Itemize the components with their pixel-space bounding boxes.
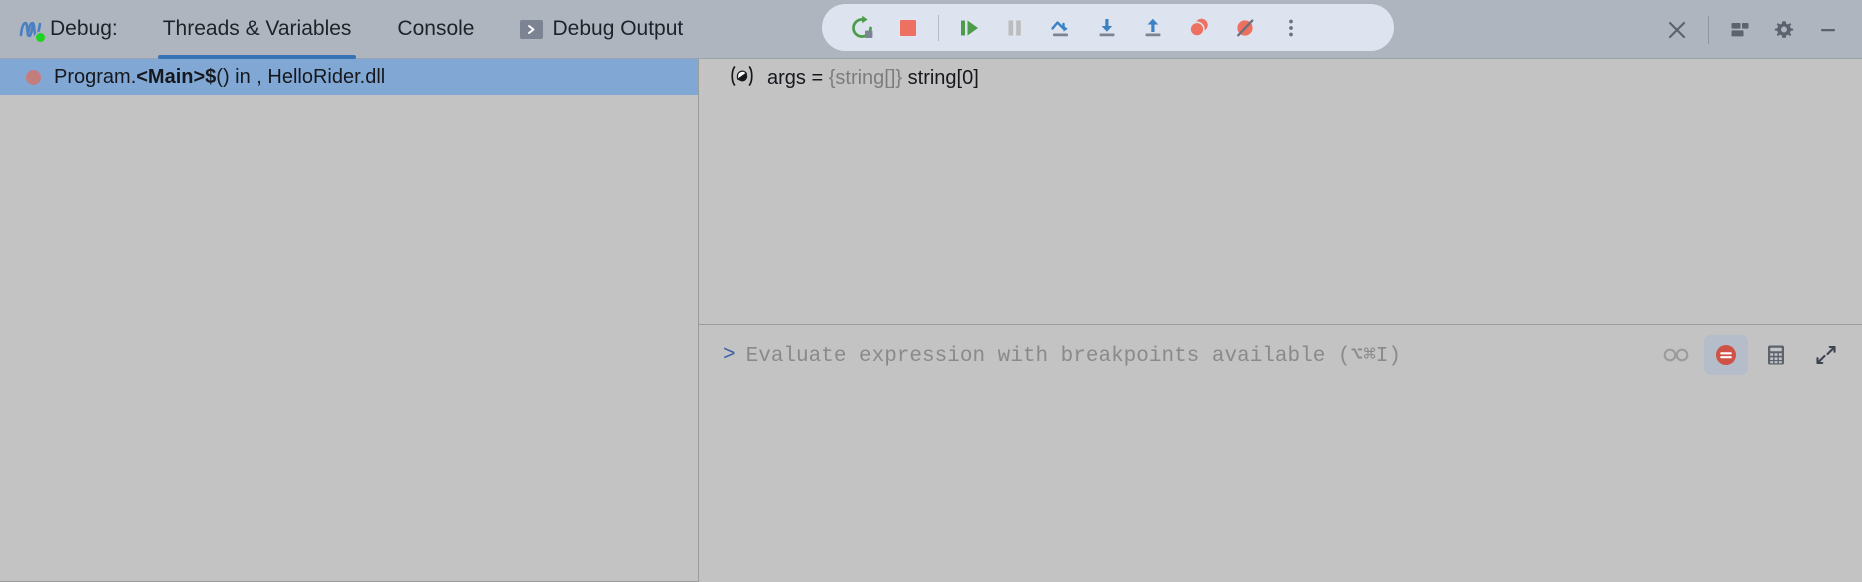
rider-logo-icon (16, 14, 46, 44)
restart-icon (849, 15, 875, 41)
evaluate-actions (1654, 335, 1848, 375)
stop-square-icon (895, 15, 921, 41)
variable-label: args = {string[]} string[0] (767, 67, 979, 90)
watches-button[interactable] (1654, 335, 1698, 375)
resume-program-icon (956, 15, 982, 41)
evaluate-results-area (699, 385, 1862, 582)
step-out-icon (1140, 15, 1166, 41)
variable-equals: = (805, 66, 829, 89)
breakpoints-icon (1186, 15, 1212, 41)
minimize-icon (1817, 19, 1839, 41)
tab-debug-output[interactable]: Debug Output (497, 0, 706, 59)
variable-name: args (767, 66, 806, 89)
close-button[interactable] (1655, 8, 1699, 52)
step-over-icon (1048, 15, 1074, 41)
window-controls-divider (1708, 15, 1709, 44)
rerun-button[interactable] (839, 8, 885, 48)
view-breakpoints-button[interactable] (1176, 8, 1222, 48)
glasses-icon (1661, 343, 1691, 367)
step-into-icon (1094, 15, 1120, 41)
frame-label: Program.<Main>$() in , HelloRider.dll (54, 66, 385, 89)
pause-button[interactable] (992, 8, 1038, 48)
close-icon (1666, 19, 1688, 41)
tab-label: Debug Output (552, 17, 684, 40)
variable-value: string[0] (902, 66, 979, 89)
tab-label: Threads & Variables (162, 17, 352, 40)
pause-icon (1002, 15, 1028, 41)
evaluate-pane: > Evaluate expression with breakpoints a… (699, 325, 1862, 582)
gear-icon (1773, 19, 1795, 41)
evaluate-input[interactable]: Evaluate expression with breakpoints ava… (746, 342, 1654, 368)
collapse-arrows-icon (1813, 342, 1839, 368)
collapse-button[interactable] (1804, 335, 1848, 375)
more-options-button[interactable] (1268, 8, 1314, 48)
calculator-button[interactable] (1754, 335, 1798, 375)
variable-type: {string[]} (828, 66, 903, 89)
mute-breakpoints-icon (1232, 15, 1258, 41)
parameter-icon (727, 64, 757, 93)
step-into-button[interactable] (1084, 8, 1130, 48)
tab-console[interactable]: Console (374, 0, 497, 59)
step-out-button[interactable] (1130, 8, 1176, 48)
stop-button[interactable] (885, 8, 931, 48)
console-chevron-icon (520, 19, 544, 39)
mute-breakpoints-toggle[interactable] (1704, 335, 1748, 375)
frame-suffix: () in , HelloRider.dll (216, 65, 386, 88)
frame-method: <Main>$ (136, 65, 217, 88)
window-controls (1655, 0, 1850, 59)
variables-pane[interactable]: args = {string[]} string[0] (699, 59, 1862, 325)
variable-row[interactable]: args = {string[]} string[0] (699, 59, 1862, 97)
debug-actions-toolbar (822, 4, 1394, 51)
minimize-button[interactable] (1806, 8, 1850, 52)
mute-breakpoints-circle-icon (1712, 341, 1740, 369)
right-column: args = {string[]} string[0] > Evaluate e… (699, 59, 1862, 582)
frame-row[interactable]: Program.<Main>$() in , HelloRider.dll (0, 59, 698, 95)
mute-breakpoints-button[interactable] (1222, 8, 1268, 48)
toolbar-divider (938, 14, 939, 41)
page-title: Debug: (50, 17, 118, 40)
tab-threads-and-variables[interactable]: Threads & Variables (140, 0, 375, 59)
debug-tool-window-header: Debug: Threads & Variables Console Debug… (0, 0, 1862, 59)
frame-prefix: Program. (54, 65, 137, 88)
debug-tool-window-body: Program.<Main>$() in , HelloRider.dll ar… (0, 59, 1862, 582)
layout-button[interactable] (1718, 8, 1762, 52)
resume-button[interactable] (946, 8, 992, 48)
frames-pane[interactable]: Program.<Main>$() in , HelloRider.dll (0, 59, 699, 582)
debug-running-status-dot (36, 33, 45, 42)
more-vertical-icon (1278, 15, 1304, 41)
tab-label: Console (397, 17, 475, 40)
settings-button[interactable] (1762, 8, 1806, 52)
debug-tabs: Threads & Variables Console Debug Output (140, 0, 707, 59)
prompt-chevron-icon: > (723, 343, 736, 367)
calculator-icon (1763, 342, 1789, 368)
step-over-button[interactable] (1038, 8, 1084, 48)
breakpoint-dot-icon (26, 69, 41, 85)
layout-icon (1729, 19, 1751, 41)
evaluate-expression-row[interactable]: > Evaluate expression with breakpoints a… (699, 325, 1862, 385)
